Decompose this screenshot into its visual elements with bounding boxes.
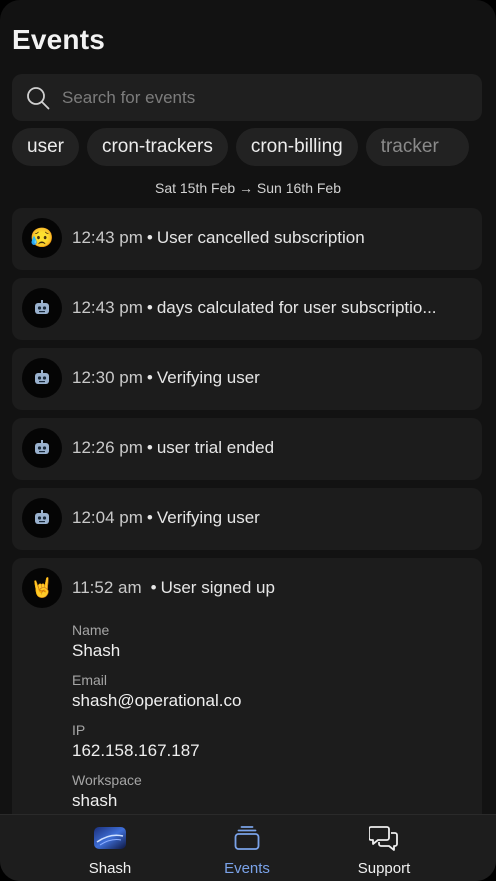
event-details: Name Shash Email shash@operational.co IP…	[72, 616, 472, 813]
event-time: 11:52 am	[72, 578, 142, 597]
event-title: user trial ended	[156, 438, 275, 457]
detail-value-email: shash@operational.co	[72, 691, 242, 710]
search-bar[interactable]	[12, 74, 482, 121]
workspace-avatar-icon	[94, 827, 126, 849]
stack-icon	[234, 826, 260, 850]
event-title: Verifying user	[156, 368, 260, 387]
event-time: 12:43 pm	[72, 298, 143, 317]
robot-icon	[22, 428, 62, 468]
tab-shash[interactable]: Shash	[40, 815, 180, 881]
tab-label: Events	[224, 860, 270, 877]
filter-chip-cron-billing[interactable]: cron-billing	[235, 128, 358, 166]
event-text: 11:52 am • User signed up	[72, 578, 275, 597]
app-screen: Events user cron-trackers cron-billing t…	[0, 0, 496, 881]
robot-icon	[22, 358, 62, 398]
event-item[interactable]: 12:26 pm • user trial ended	[12, 418, 482, 480]
chat-bubbles-icon	[369, 826, 398, 851]
detail-value-name: Shash	[72, 641, 121, 660]
event-title: User signed up	[160, 578, 275, 597]
event-item-expanded[interactable]: 🤘 11:52 am • User signed up Name Shash Ema…	[12, 558, 482, 828]
event-text: 12:43 pm • User cancelled subscription	[72, 228, 365, 247]
tab-events[interactable]: Events	[177, 815, 317, 881]
filter-chip-tracker[interactable]: tracker	[365, 128, 469, 166]
filter-chip-user[interactable]: user	[12, 128, 79, 166]
detail-label-workspace: Workspace	[72, 772, 142, 788]
event-title: User cancelled subscription	[156, 228, 365, 247]
robot-icon	[22, 498, 62, 538]
event-item[interactable]: 12:04 pm • Verifying user	[12, 488, 482, 550]
event-time: 12:43 pm	[72, 228, 143, 247]
event-time: 12:26 pm	[72, 438, 143, 457]
date-range: Sat 15th Feb → Sun 16th Feb	[154, 180, 341, 196]
detail-label-name: Name	[72, 622, 110, 638]
event-text: 12:30 pm • Verifying user	[72, 368, 260, 387]
filter-chip-cron-trackers[interactable]: cron-trackers	[86, 128, 228, 166]
filter-chips: user cron-trackers cron-billing tracker	[12, 128, 496, 166]
bottom-tab-bar: Shash Events Support	[0, 814, 496, 881]
search-input[interactable]	[62, 87, 442, 108]
tab-support[interactable]: Support	[314, 815, 454, 881]
event-time: 12:04 pm	[72, 508, 143, 527]
event-text: 12:26 pm • user trial ended	[72, 438, 275, 457]
robot-icon	[22, 288, 62, 328]
detail-value-workspace: shash	[72, 791, 118, 810]
event-item[interactable]: 12:43 pm • days calculated for user subscr…	[12, 278, 482, 340]
detail-label-email: Email	[72, 672, 108, 688]
event-item[interactable]: 12:30 pm • Verifying user	[12, 348, 482, 410]
event-time: 12:30 pm	[72, 368, 143, 387]
event-title: Verifying user	[156, 508, 260, 527]
search-icon	[27, 86, 50, 109]
tab-label: Shash	[88, 860, 132, 877]
event-title: days calculated for user subscriptio...	[156, 298, 437, 317]
event-text: 12:04 pm • Verifying user	[72, 508, 260, 527]
detail-label-ip: IP	[72, 722, 86, 738]
detail-value-ip: 162.158.167.187	[72, 741, 200, 760]
sad-face-icon: 😥	[22, 218, 62, 258]
tab-label: Support	[357, 860, 411, 877]
page-title: Events	[12, 24, 106, 55]
rock-hand-icon: 🤘	[22, 568, 62, 608]
event-item[interactable]: 😥 12:43 pm • User cancelled subscription	[12, 208, 482, 270]
event-text: 12:43 pm • days calculated for user subscr…	[72, 298, 437, 317]
